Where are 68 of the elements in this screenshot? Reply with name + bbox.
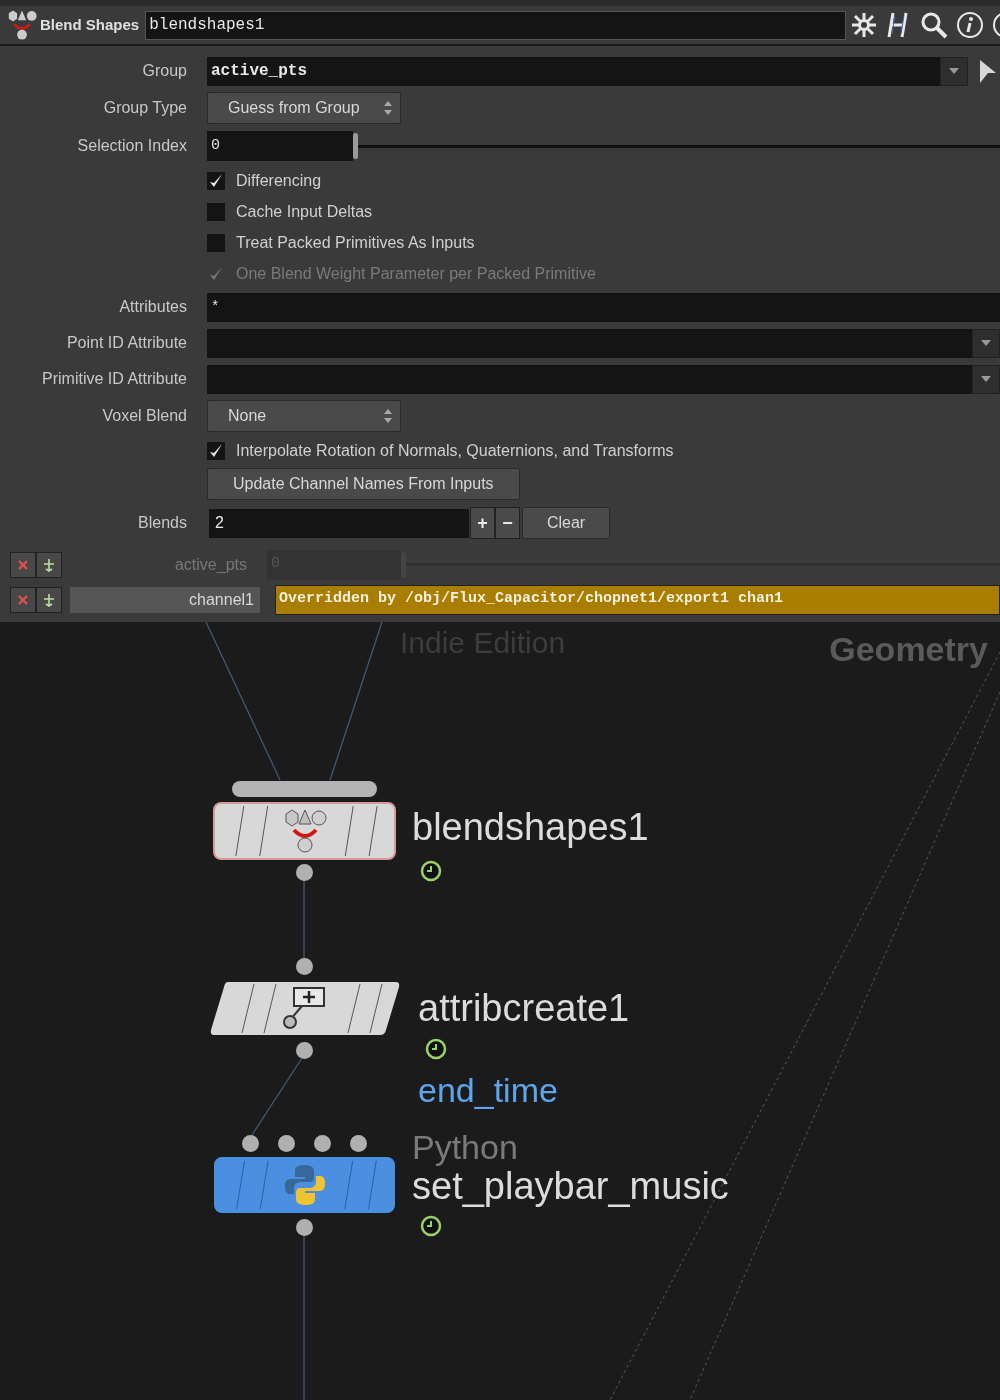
dropdown-menu[interactable]: None — [207, 400, 401, 432]
delete-button[interactable] — [10, 551, 36, 578]
caret-icon — [981, 340, 991, 346]
blend-shapes-icon[interactable] — [6, 9, 38, 41]
delete-button[interactable] — [10, 586, 36, 613]
node-name: set_playbar_music — [412, 1167, 729, 1205]
checkbox-label: Treat Packed Primitives As Inputs — [236, 232, 475, 253]
plus-arrow-icon — [43, 592, 55, 607]
context-label: Geometry — [829, 632, 988, 666]
dropdown-menu[interactable]: Guess from Group — [207, 92, 401, 124]
parameter-label: Primitive ID Attribute — [42, 370, 187, 387]
dropdown-button[interactable] — [972, 364, 1000, 394]
attribute-plus-icon — [282, 986, 328, 1030]
checkbox-label: Differencing — [236, 170, 322, 191]
clock-icon — [420, 860, 442, 882]
checkbox-label: Cache Input Deltas — [236, 201, 373, 222]
text-field[interactable]: * — [207, 292, 1000, 322]
search-icon[interactable] — [920, 11, 948, 39]
parameter-label: Point ID Attribute — [66, 334, 187, 351]
dropdown-button[interactable] — [940, 56, 968, 86]
node-comment: end_time — [418, 1073, 558, 1107]
node-type-label: Python — [412, 1130, 518, 1164]
node-name: attribcreate1 — [418, 989, 630, 1027]
node-name: blendshapes1 — [412, 808, 649, 846]
checkbox[interactable] — [207, 233, 225, 252]
text-field[interactable] — [207, 328, 972, 358]
node[interactable] — [210, 982, 400, 1035]
close-icon — [18, 594, 28, 605]
parameter-label: Attributes — [119, 298, 187, 315]
text-field[interactable] — [207, 364, 972, 394]
parameter-label: Group Type — [103, 99, 187, 116]
caret-icon — [949, 68, 959, 74]
checkbox-label: One Blend Weight Parameter per Packed Primitive — [236, 263, 596, 284]
number-field[interactable]: 2 — [209, 508, 469, 538]
update-channel-names-button[interactable]: Update Channel Names From Inputs — [207, 468, 520, 500]
info-icon[interactable] — [956, 11, 984, 39]
remove-button[interactable]: − — [495, 507, 520, 539]
close-icon — [18, 559, 28, 570]
text-field[interactable]: active_pts — [207, 56, 940, 86]
plus-arrow-icon — [43, 557, 55, 572]
number-field[interactable]: 0 — [207, 131, 353, 161]
checkbox[interactable] — [207, 441, 225, 460]
checkbox[interactable] — [207, 202, 225, 221]
settings-icon[interactable] — [850, 11, 878, 39]
python-logo-icon — [282, 1163, 327, 1207]
parameter-label: Voxel Blend — [102, 407, 187, 424]
node-type-label: Blend Shapes — [40, 14, 140, 35]
clock-icon — [420, 1215, 442, 1237]
checkbox-label: Interpolate Rotation of Normals, Quaternions, and Transforms — [236, 440, 674, 461]
checkbox[interactable] — [207, 171, 225, 190]
channel-name-field[interactable]: channel1 — [70, 586, 260, 613]
node-name-field[interactable]: blendshapes1 — [145, 10, 846, 40]
spinner-icon — [384, 101, 392, 115]
spinner-icon — [384, 409, 392, 423]
cursor-arrow-icon[interactable] — [978, 58, 998, 84]
slider-handle[interactable] — [353, 133, 358, 159]
add-button[interactable]: + — [470, 507, 495, 539]
parameter-label: Blends — [138, 514, 187, 531]
insert-button[interactable] — [36, 586, 62, 613]
parameter-label: Group — [142, 62, 187, 79]
clear-button[interactable]: Clear — [522, 507, 610, 539]
channel-label: active_pts — [174, 555, 247, 573]
node-flag-bar[interactable] — [232, 781, 377, 797]
caret-icon — [981, 376, 991, 382]
insert-button[interactable] — [36, 551, 62, 578]
parameter-label: Selection Index — [77, 137, 187, 154]
clock-icon — [425, 1038, 447, 1060]
dropdown-button[interactable] — [972, 328, 1000, 358]
